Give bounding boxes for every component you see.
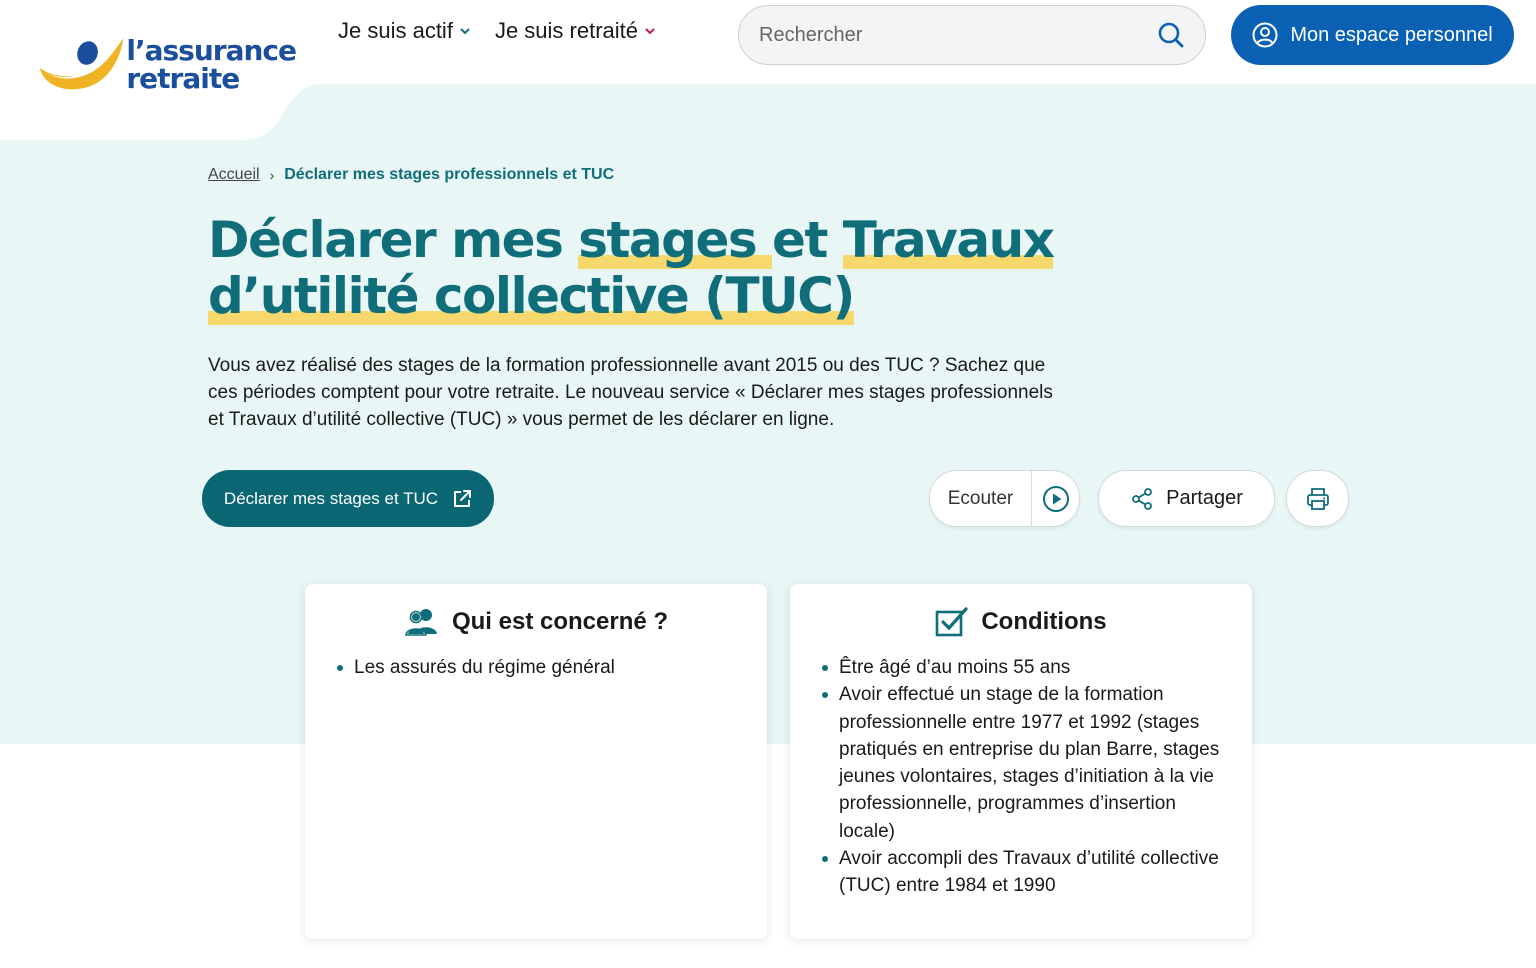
who-card-header: Qui est concerné ? — [305, 604, 767, 640]
search-icon[interactable] — [1157, 21, 1185, 49]
chevron-right-icon: › — [269, 167, 275, 183]
main-nav: Je suis actif Je suis retraité — [338, 18, 656, 44]
nav-item-retraite[interactable]: Je suis retraité — [495, 18, 656, 44]
conditions-card-header: Conditions — [790, 604, 1252, 640]
title-highlight: stages — [578, 211, 773, 269]
search-bar — [738, 5, 1206, 65]
logo-text: l’assurance retraite — [126, 34, 297, 95]
printer-icon — [1306, 487, 1329, 510]
play-icon — [1042, 485, 1069, 512]
checkbox-icon — [936, 607, 968, 637]
people-icon — [405, 609, 437, 636]
share-button[interactable]: Partager — [1098, 470, 1275, 527]
list-item: Être âgé d’au moins 55 ans — [822, 654, 1228, 681]
declare-button-label: Déclarer mes stages et TUC — [223, 488, 439, 508]
title-highlight: d’utilité collective (TUC) — [208, 267, 855, 325]
chevron-down-icon — [645, 28, 655, 35]
breadcrumb-home-link[interactable]: Accueil — [208, 166, 260, 184]
page-title: Déclarer mes stages et Travaux d’utilité… — [208, 211, 1108, 325]
who-card: Qui est concerné ? Les assurés du régime… — [305, 584, 767, 939]
print-button[interactable] — [1286, 470, 1349, 527]
who-list: Les assurés du régime général — [305, 654, 767, 681]
conditions-card-title: Conditions — [981, 608, 1107, 635]
external-link-icon — [454, 489, 472, 507]
account-button[interactable]: Mon espace personnel — [1231, 5, 1514, 65]
search-input[interactable] — [759, 23, 1157, 47]
list-item: Les assurés du régime général — [337, 654, 743, 681]
listen-control[interactable]: Ecouter — [929, 470, 1080, 527]
listen-label: Ecouter — [930, 471, 1032, 526]
user-icon — [1252, 22, 1278, 48]
who-card-title: Qui est concerné ? — [451, 608, 669, 635]
chevron-down-icon — [460, 28, 470, 35]
logo-mark-icon — [39, 38, 124, 90]
account-label: Mon espace personnel — [1290, 23, 1493, 46]
share-label: Partager — [1166, 487, 1243, 509]
title-part: Déclarer mes — [208, 211, 579, 269]
nav-item-actif[interactable]: Je suis actif — [338, 18, 471, 44]
logo-line-2: retraite — [126, 62, 240, 95]
conditions-list: Être âgé d’au moins 55 ans Avoir effectu… — [790, 654, 1252, 900]
breadcrumb-current: Déclarer mes stages professionnels et TU… — [284, 166, 615, 183]
conditions-card: Conditions Être âgé d’au moins 55 ans Av… — [790, 584, 1252, 939]
breadcrumb: Accueil › Déclarer mes stages profession… — [208, 166, 614, 184]
list-item: Avoir accompli des Travaux d’utilité col… — [822, 845, 1228, 900]
list-item: Avoir effectué un stage de la formation … — [822, 681, 1228, 845]
declare-button[interactable]: Déclarer mes stages et TUC — [202, 470, 494, 527]
share-icon — [1132, 487, 1153, 510]
logo-line-1: l’assurance — [126, 34, 297, 67]
title-highlight: Travaux — [842, 211, 1055, 269]
nav-label-actif: Je suis actif — [338, 18, 453, 43]
logo[interactable]: l’assurance retraite — [36, 30, 297, 100]
listen-play-button[interactable] — [1032, 485, 1079, 513]
intro-text: Vous avez réalisé des stages de la forma… — [208, 355, 1053, 430]
nav-label-retraite: Je suis retraité — [494, 18, 638, 43]
title-part: et — [772, 211, 843, 269]
